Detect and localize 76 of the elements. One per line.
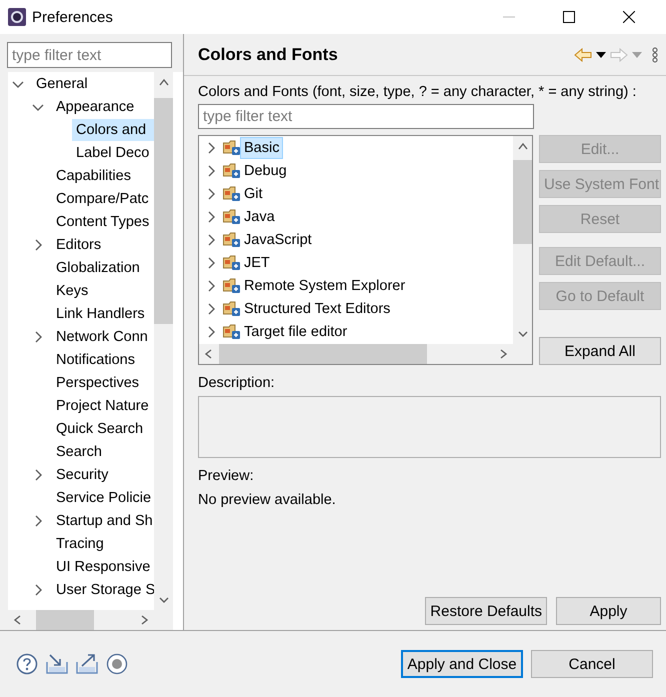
tree-item[interactable]: Project Nature <box>52 394 153 416</box>
tree-item[interactable]: Basic <box>240 136 284 158</box>
tree-item[interactable]: JavaScript <box>240 228 316 250</box>
scroll-left-icon[interactable] <box>204 349 214 359</box>
tree-item[interactable]: General <box>32 72 92 94</box>
app-icon <box>8 8 26 26</box>
tree-item[interactable]: Git <box>240 182 267 204</box>
button[interactable]: Apply <box>556 597 661 625</box>
folder-icon <box>223 209 240 224</box>
page-title: Colors and Fonts <box>198 44 339 64</box>
folder-icon <box>223 324 240 339</box>
folder-icon <box>223 232 240 247</box>
button[interactable]: Apply and Close <box>401 650 523 678</box>
maximize-icon <box>563 11 575 23</box>
filter-field[interactable]: type filter text <box>198 104 534 129</box>
folder-icon <box>223 301 240 316</box>
tree-item[interactable]: Link Handlers <box>52 302 149 324</box>
folder-icon <box>223 140 240 155</box>
tree-item[interactable]: Colors and <box>72 118 154 140</box>
tree-item[interactable]: Target file editor <box>240 320 352 342</box>
scroll-right-icon[interactable] <box>498 349 508 359</box>
vertical-scrollbar[interactable] <box>513 136 532 344</box>
scrollbar-thumb[interactable] <box>513 160 532 244</box>
tree-item[interactable]: JET <box>240 252 274 274</box>
scrollbar-thumb[interactable] <box>154 98 173 324</box>
tree-item[interactable]: Network Conn <box>52 326 152 348</box>
tree-item[interactable]: Capabilities <box>52 164 135 186</box>
tree-item[interactable]: Editors <box>52 234 106 256</box>
horizontal-scrollbar[interactable] <box>199 344 513 364</box>
button[interactable]: Cancel <box>531 650 653 678</box>
filter-field[interactable]: type filter text <box>7 42 172 68</box>
close-icon <box>623 11 635 23</box>
tree-item[interactable]: Remote System Explorer <box>240 274 410 296</box>
window-title: Preferences <box>32 8 114 26</box>
scroll-left-icon[interactable] <box>13 615 23 625</box>
folder-icon <box>223 186 240 201</box>
tree-item[interactable]: Quick Search <box>52 418 148 440</box>
import-icon[interactable] <box>46 653 68 675</box>
button[interactable]: Expand All <box>539 337 661 365</box>
help-icon[interactable] <box>16 653 38 675</box>
tree-item[interactable]: Globalization <box>52 256 144 278</box>
tree-item[interactable]: UI Responsive <box>52 556 154 578</box>
tree-item[interactable]: Security <box>52 464 112 486</box>
section-label: Preview: <box>198 468 255 484</box>
tree-item[interactable]: Content Types <box>52 210 154 232</box>
tree-item[interactable]: Startup and Sh <box>52 510 154 532</box>
scroll-down-icon[interactable] <box>158 595 168 605</box>
scrollbar-thumb[interactable] <box>36 610 94 630</box>
dropdown-icon[interactable] <box>596 52 606 58</box>
preview-text: No preview available. <box>198 492 337 508</box>
menu-icon[interactable] <box>652 46 658 62</box>
scrollbar-thumb[interactable] <box>219 344 427 364</box>
tree-item[interactable]: Perspectives <box>52 372 144 394</box>
folder-icon <box>223 163 240 178</box>
tree-item[interactable]: Keys <box>52 280 92 302</box>
tree-item[interactable]: Service Policie <box>52 486 154 508</box>
folder-icon <box>223 255 240 270</box>
filter-label: Colors and Fonts (font, size, type, ? = any character, * = any string) : <box>198 84 638 100</box>
tree-item[interactable]: Search <box>52 440 106 462</box>
tree-item[interactable]: Appearance <box>52 96 138 118</box>
record-icon[interactable] <box>106 653 128 675</box>
tree-item[interactable]: Java <box>240 206 279 228</box>
tree-item[interactable]: Tracing <box>52 532 108 554</box>
tree-item[interactable]: Label Deco <box>72 142 154 164</box>
export-icon[interactable] <box>76 653 98 675</box>
scroll-right-icon[interactable] <box>139 615 149 625</box>
folder-icon <box>223 278 240 293</box>
tree-item[interactable]: Debug <box>240 160 291 182</box>
tree-item[interactable]: Notifications <box>52 348 139 370</box>
scroll-down-icon[interactable] <box>518 329 528 339</box>
section-label: Description: <box>198 375 276 391</box>
tree-item[interactable]: Structured Text Editors <box>240 298 394 320</box>
button[interactable]: Restore Defaults <box>425 597 547 625</box>
scroll-up-icon[interactable] <box>518 141 528 151</box>
tree-item[interactable]: Compare/Patc <box>52 188 153 210</box>
scroll-up-icon[interactable] <box>158 77 168 87</box>
